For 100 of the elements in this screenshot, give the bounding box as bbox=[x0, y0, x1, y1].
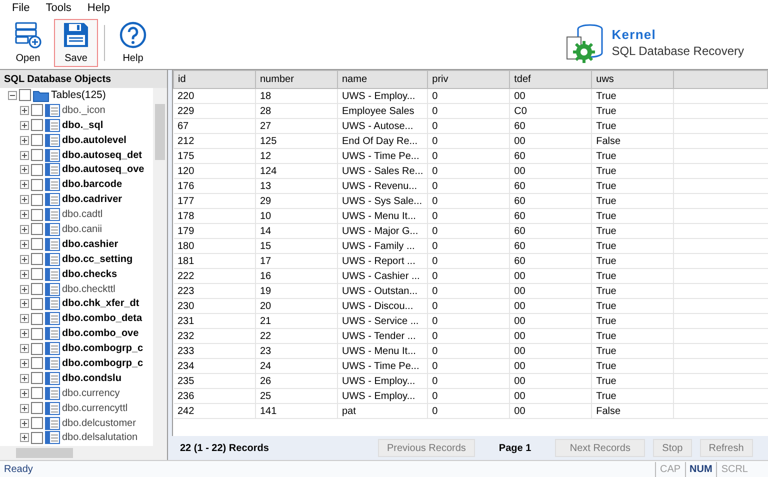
tree-item[interactable]: dbo.combo_deta bbox=[62, 312, 142, 326]
table-cell: 180 bbox=[174, 238, 256, 254]
tree-item[interactable]: dbo.currency bbox=[62, 386, 120, 400]
expand-icon[interactable] bbox=[20, 358, 29, 368]
expand-icon[interactable] bbox=[20, 374, 29, 383]
expand-icon[interactable] bbox=[20, 314, 29, 324]
checkbox[interactable] bbox=[31, 238, 43, 250]
tree-item[interactable]: dbo.delsalutation bbox=[62, 431, 138, 444]
horizontal-scrollbar[interactable] bbox=[0, 446, 167, 460]
checkbox[interactable] bbox=[31, 208, 43, 221]
checkbox[interactable] bbox=[31, 149, 43, 161]
expand-icon[interactable] bbox=[20, 106, 29, 115]
expand-icon[interactable] bbox=[20, 404, 29, 413]
tree-item[interactable]: dbo.combogrp_c bbox=[62, 342, 144, 356]
checkbox[interactable] bbox=[31, 387, 43, 400]
expand-icon[interactable] bbox=[20, 388, 29, 398]
tree-item[interactable]: dbo.checks bbox=[62, 268, 118, 281]
tree-item[interactable]: dbo.autolevel bbox=[62, 134, 126, 147]
column-header[interactable]: uws bbox=[592, 70, 674, 88]
expand-icon[interactable] bbox=[20, 195, 29, 204]
expand-icon[interactable] bbox=[20, 433, 29, 442]
tree-item[interactable]: dbo.cc_setting bbox=[62, 252, 133, 266]
expand-icon[interactable] bbox=[20, 418, 29, 428]
table-cell: End Of Day Re... bbox=[338, 134, 428, 148]
tree-item[interactable]: Tables(125) bbox=[51, 88, 106, 104]
column-header[interactable]: number bbox=[256, 70, 338, 88]
expand-icon[interactable] bbox=[20, 210, 29, 220]
column-header[interactable]: name bbox=[338, 70, 428, 88]
tree-item[interactable]: dbo.autoseq_det bbox=[62, 148, 142, 162]
table-cell: True bbox=[592, 268, 674, 284]
tree-item[interactable]: dbo.condslu bbox=[62, 372, 122, 385]
tree-item[interactable]: dbo._sql bbox=[62, 118, 104, 132]
tree-item[interactable]: dbo.combogrp_c bbox=[62, 356, 144, 370]
checkbox[interactable] bbox=[31, 312, 43, 325]
column-header[interactable]: id bbox=[174, 70, 256, 88]
column-header[interactable]: tdef bbox=[510, 70, 592, 88]
checkbox[interactable] bbox=[31, 328, 43, 340]
toolbar-button[interactable]: Open bbox=[6, 19, 50, 67]
expand-icon[interactable] bbox=[20, 284, 29, 294]
tree-item[interactable]: dbo.chk_xfer_dt bbox=[62, 297, 140, 310]
toolbar-button[interactable]: Help bbox=[111, 19, 155, 67]
expand-icon[interactable] bbox=[20, 254, 29, 264]
tree-item[interactable]: dbo.currencyttl bbox=[62, 402, 128, 415]
checkbox[interactable] bbox=[31, 298, 43, 310]
table-icon bbox=[45, 118, 60, 132]
checkbox[interactable] bbox=[31, 104, 43, 116]
expand-icon[interactable] bbox=[20, 150, 29, 160]
table-cell: UWS - Service ... bbox=[338, 314, 428, 328]
checkbox[interactable] bbox=[31, 372, 43, 384]
table-cell: 0 bbox=[428, 164, 510, 178]
tree-item[interactable]: dbo.delcustomer bbox=[62, 416, 136, 430]
tree-item[interactable]: dbo._icon bbox=[62, 104, 106, 117]
tree-item[interactable]: dbo.barcode bbox=[62, 178, 122, 192]
expand-icon[interactable] bbox=[20, 120, 29, 130]
checkbox[interactable] bbox=[31, 134, 43, 146]
tree-item[interactable]: dbo.checkttl bbox=[62, 282, 116, 296]
checkbox[interactable] bbox=[31, 164, 43, 176]
expand-icon[interactable] bbox=[20, 270, 29, 279]
checkbox[interactable] bbox=[31, 432, 43, 444]
expand-icon[interactable] bbox=[20, 165, 29, 174]
table-cell: 0 bbox=[428, 268, 510, 284]
checkbox[interactable] bbox=[31, 178, 43, 191]
expand-icon[interactable] bbox=[20, 329, 29, 338]
checkbox[interactable] bbox=[31, 268, 43, 280]
tree-item[interactable]: dbo.cashier bbox=[62, 238, 118, 251]
tree-item[interactable]: dbo.autoseq_ove bbox=[62, 163, 144, 176]
expand-icon[interactable] bbox=[20, 180, 29, 190]
table-cell: 60 bbox=[510, 224, 592, 238]
checkbox[interactable] bbox=[31, 417, 43, 430]
expand-icon[interactable] bbox=[20, 344, 29, 354]
tree-item[interactable]: dbo.canii bbox=[62, 222, 102, 236]
toolbar-button[interactable]: Save bbox=[54, 19, 98, 67]
checkbox[interactable] bbox=[31, 402, 43, 414]
expand-icon[interactable] bbox=[20, 224, 29, 234]
checkbox[interactable] bbox=[31, 119, 43, 132]
table-cell: True bbox=[592, 104, 674, 118]
panel-title: SQL Database Objects bbox=[0, 70, 167, 88]
checkbox[interactable] bbox=[31, 253, 43, 266]
vertical-scrollbar[interactable] bbox=[153, 88, 167, 446]
expand-icon[interactable] bbox=[20, 240, 29, 249]
expand-icon[interactable] bbox=[20, 136, 29, 145]
table-cell: True bbox=[592, 298, 674, 314]
table-cell: False bbox=[592, 404, 674, 418]
tree-item[interactable]: dbo.cadtl bbox=[62, 208, 103, 222]
table-cell: 0 bbox=[428, 314, 510, 328]
menu-item[interactable]: Tools bbox=[46, 0, 72, 17]
tree-item[interactable]: dbo.combo_ove bbox=[62, 327, 139, 340]
collapse-icon[interactable] bbox=[8, 90, 17, 100]
checkbox[interactable] bbox=[19, 89, 31, 102]
menu-item[interactable]: Help bbox=[87, 0, 110, 17]
tree-item[interactable]: dbo.cadriver bbox=[62, 193, 122, 206]
column-header[interactable]: priv bbox=[428, 70, 510, 88]
checkbox[interactable] bbox=[31, 342, 43, 355]
checkbox[interactable] bbox=[31, 283, 43, 296]
checkbox[interactable] bbox=[31, 223, 43, 236]
checkbox[interactable] bbox=[31, 194, 43, 206]
table-cell: UWS - Time Pe... bbox=[338, 358, 428, 374]
checkbox[interactable] bbox=[31, 357, 43, 370]
expand-icon[interactable] bbox=[20, 299, 29, 308]
menu-item[interactable]: File bbox=[12, 0, 30, 17]
